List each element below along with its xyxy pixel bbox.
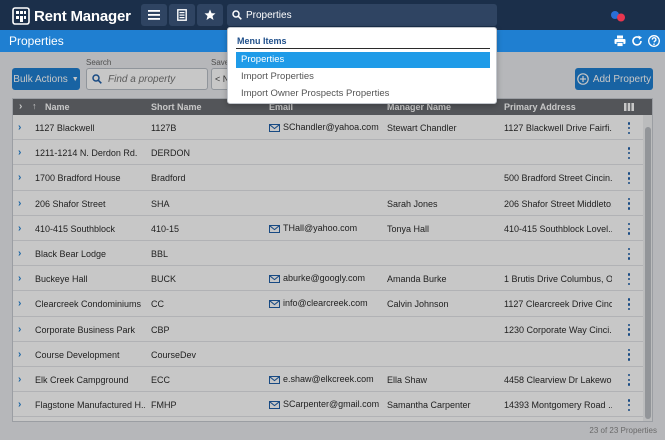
star-icon — [204, 9, 216, 20]
dropdown-section-header: Menu Items — [237, 36, 287, 46]
global-search-input[interactable] — [246, 9, 486, 21]
favorites-button[interactable] — [197, 4, 223, 26]
top-nav: Rent Manager — [0, 0, 665, 30]
modal-overlay[interactable] — [0, 52, 665, 440]
brand-mark-icon — [611, 11, 625, 22]
print-icon[interactable] — [614, 35, 626, 47]
global-search[interactable] — [227, 4, 497, 26]
building-icon — [12, 7, 30, 25]
rent-manager-logo[interactable]: Rent Manager — [12, 6, 131, 26]
hamburger-icon — [148, 10, 160, 20]
dropdown-divider — [236, 48, 490, 49]
app-name: Rent Manager — [34, 7, 131, 25]
search-results-dropdown: Menu Items Properties Import Properties … — [227, 27, 497, 104]
document-button[interactable] — [169, 4, 195, 26]
page-title: Properties — [9, 34, 64, 48]
hamburger-menu-button[interactable] — [141, 4, 167, 26]
dropdown-item-import-owner-prospects[interactable]: Import Owner Prospects Properties — [236, 86, 490, 102]
help-icon[interactable] — [648, 35, 660, 47]
dropdown-item-properties[interactable]: Properties — [236, 52, 490, 68]
search-icon — [232, 10, 242, 20]
refresh-icon[interactable] — [631, 35, 643, 47]
document-icon — [177, 9, 187, 21]
dropdown-item-import-properties[interactable]: Import Properties — [236, 69, 490, 85]
